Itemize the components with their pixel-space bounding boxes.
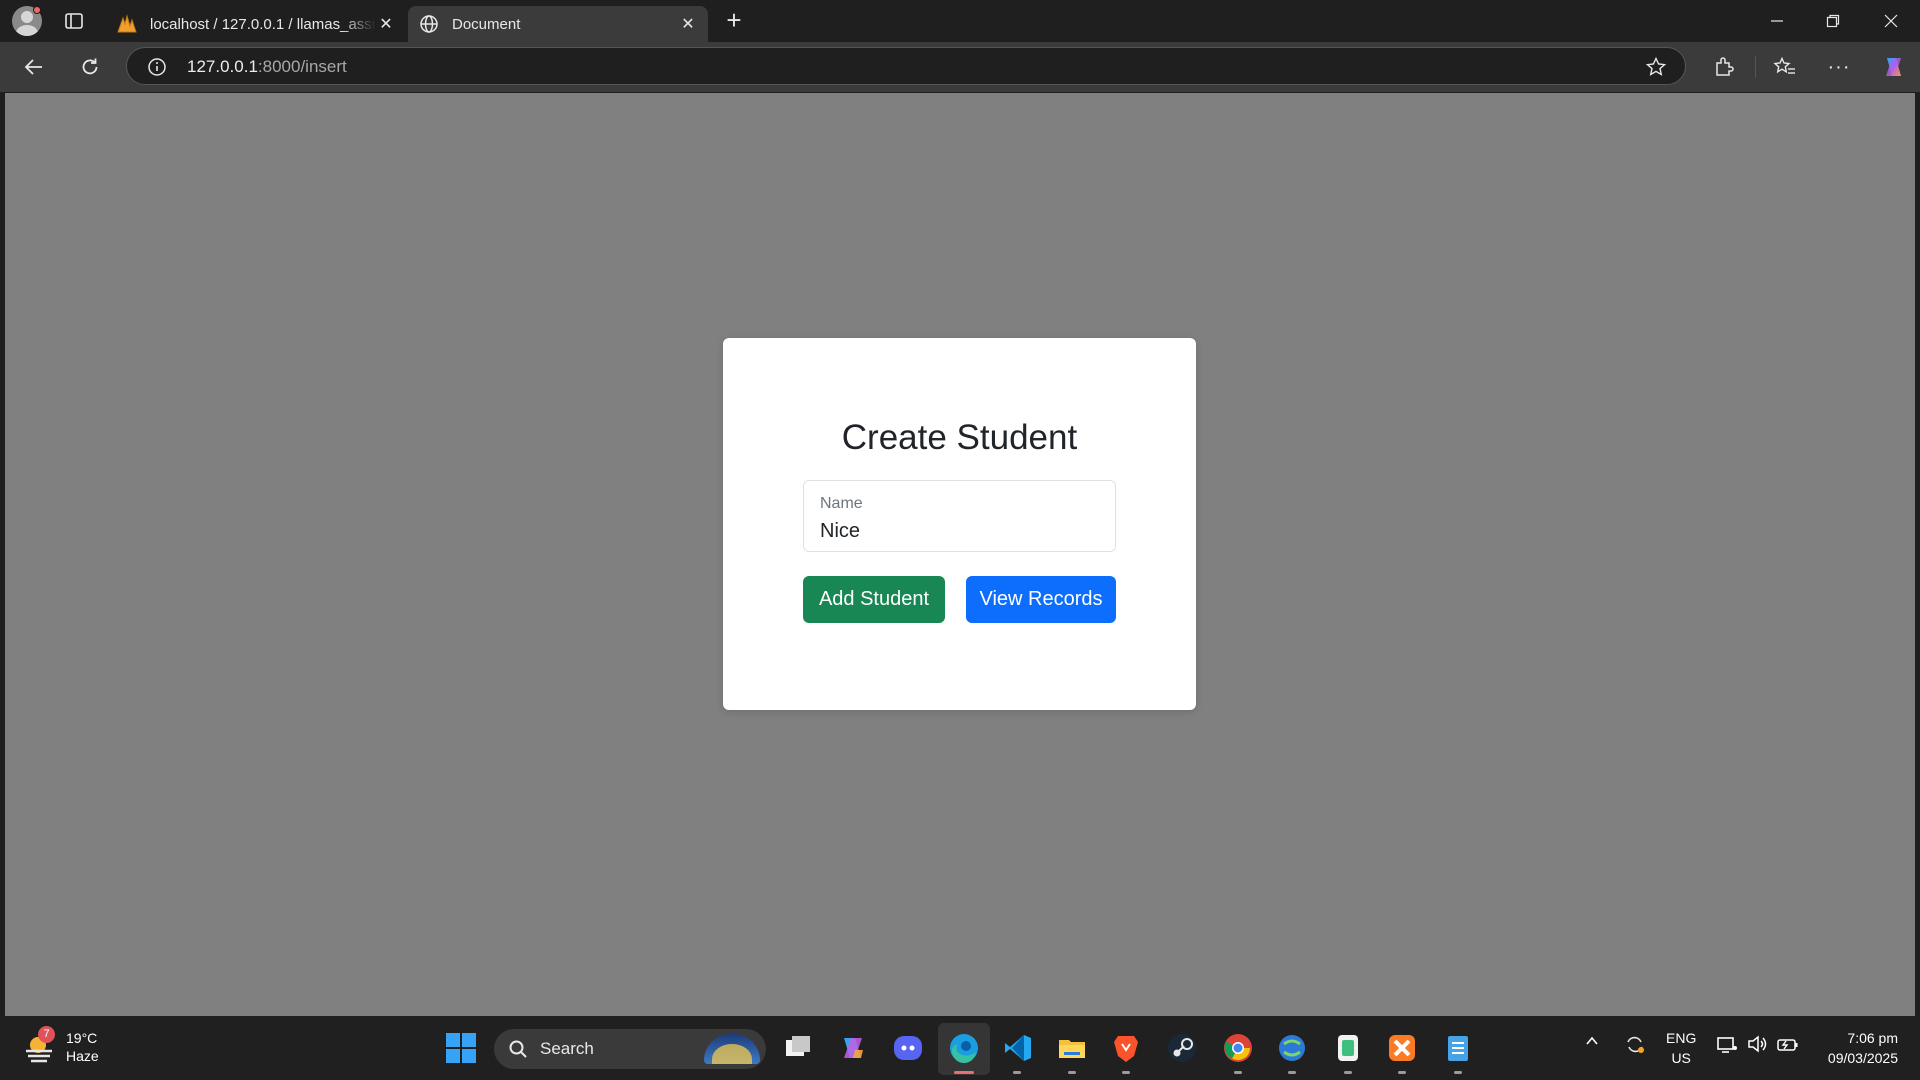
running-indicator <box>1454 1071 1462 1074</box>
browser-toolbar: 127.0.0.1:8000/insert ··· <box>0 42 1920 92</box>
running-indicator-active <box>954 1071 974 1074</box>
name-field-label: Name <box>820 495 863 512</box>
system-clock[interactable]: 7:06 pm 09/03/2025 <box>1828 1028 1898 1068</box>
name-input[interactable] <box>820 517 1100 545</box>
search-highlight-illustration <box>704 1034 760 1064</box>
language-code: ENG <box>1666 1030 1697 1046</box>
chrome-icon[interactable] <box>1222 1032 1254 1064</box>
url-host: 127.0.0.1 <box>187 57 258 76</box>
task-view-icon[interactable] <box>782 1032 814 1064</box>
tab-close-icon[interactable]: ✕ <box>376 14 396 34</box>
running-indicator <box>1013 1071 1021 1074</box>
site-info-icon[interactable] <box>147 57 167 77</box>
url-text[interactable]: 127.0.0.1:8000/insert <box>187 57 347 77</box>
page-title: Create Student <box>841 418 1078 457</box>
running-indicator <box>1068 1071 1076 1074</box>
copilot-app-icon[interactable] <box>837 1032 869 1064</box>
favorite-star-icon[interactable] <box>1645 56 1667 78</box>
extensions-icon[interactable] <box>1710 53 1738 81</box>
address-bar[interactable]: 127.0.0.1:8000/insert <box>126 47 1686 85</box>
weather-widget[interactable]: 7 19°C Haze <box>22 1026 99 1065</box>
tab-close-icon[interactable]: ✕ <box>678 14 698 34</box>
name-field[interactable]: Name <box>803 480 1116 552</box>
add-student-button[interactable]: Add Student <box>803 576 945 623</box>
windows-taskbar: 7 19°C Haze Search ENG US 7:06 pm 09/03/… <box>0 1017 1920 1080</box>
clock-time: 7:06 pm <box>1847 1030 1898 1046</box>
running-indicator <box>1344 1071 1352 1074</box>
volume-icon[interactable] <box>1746 1033 1768 1058</box>
taskbar-search[interactable]: Search <box>494 1029 766 1069</box>
clock-date: 09/03/2025 <box>1827 1050 1898 1066</box>
tab-title: localhost / 127.0.0.1 / llamas_assi <box>150 15 376 33</box>
create-student-card: Create Student Name Add Student View Rec… <box>723 338 1196 710</box>
tab-title: Document <box>452 15 521 33</box>
tab-document[interactable]: Document ✕ <box>408 6 708 42</box>
battery-icon[interactable] <box>1776 1033 1800 1058</box>
more-options-icon[interactable]: ··· <box>1825 53 1853 81</box>
language-indicator[interactable]: ENG US <box>1666 1028 1696 1068</box>
python-idle-icon[interactable] <box>1276 1032 1308 1064</box>
favorites-icon[interactable] <box>1771 53 1799 81</box>
discord-icon[interactable] <box>892 1032 924 1064</box>
restore-icon[interactable] <box>1820 8 1846 34</box>
edge-icon[interactable] <box>948 1032 980 1064</box>
language-region: US <box>1671 1050 1691 1066</box>
brave-icon[interactable] <box>1110 1032 1142 1064</box>
network-icon[interactable] <box>1716 1033 1738 1058</box>
view-records-button[interactable]: View Records <box>966 576 1116 623</box>
tab-phpmyadmin[interactable]: localhost / 127.0.0.1 / llamas_assi ✕ <box>106 6 406 42</box>
steam-icon[interactable] <box>1166 1032 1198 1064</box>
sync-icon[interactable] <box>1624 1033 1646 1058</box>
profile-notification-dot <box>33 6 41 14</box>
url-path: :8000/insert <box>257 57 347 76</box>
new-tab-icon[interactable]: + <box>722 7 746 33</box>
globe-icon <box>418 13 440 35</box>
copilot-icon[interactable] <box>1880 53 1908 81</box>
running-indicator <box>1234 1071 1242 1074</box>
search-label: Search <box>540 1039 594 1058</box>
tab-actions-icon[interactable] <box>64 11 84 31</box>
refresh-icon[interactable] <box>76 53 104 81</box>
page-viewport: Create Student Name Add Student View Rec… <box>5 93 1915 1016</box>
notepad-icon[interactable] <box>1442 1032 1474 1064</box>
search-icon <box>509 1040 527 1058</box>
vscode-icon[interactable] <box>1002 1032 1034 1064</box>
tab-strip: localhost / 127.0.0.1 / llamas_assi ✕ Do… <box>0 0 1920 42</box>
xampp-icon[interactable] <box>1386 1032 1418 1064</box>
toolbar-divider <box>1755 56 1756 78</box>
phpmyadmin-icon <box>116 13 138 35</box>
chevron-up-icon[interactable] <box>1584 1033 1600 1052</box>
weather-badge: 7 <box>38 1026 55 1043</box>
notepad-plus-icon[interactable] <box>1332 1032 1364 1064</box>
back-icon[interactable] <box>20 53 48 81</box>
running-indicator <box>1288 1071 1296 1074</box>
running-indicator <box>1398 1071 1406 1074</box>
weather-condition: Haze <box>66 1048 99 1064</box>
file-explorer-icon[interactable] <box>1056 1032 1088 1064</box>
close-window-icon[interactable] <box>1878 8 1904 34</box>
windows-start-icon[interactable] <box>446 1033 476 1063</box>
minimize-icon[interactable] <box>1764 8 1790 34</box>
weather-temperature: 19°C <box>66 1030 98 1046</box>
running-indicator <box>1122 1071 1130 1074</box>
haze-weather-icon: 7 <box>22 1026 58 1065</box>
